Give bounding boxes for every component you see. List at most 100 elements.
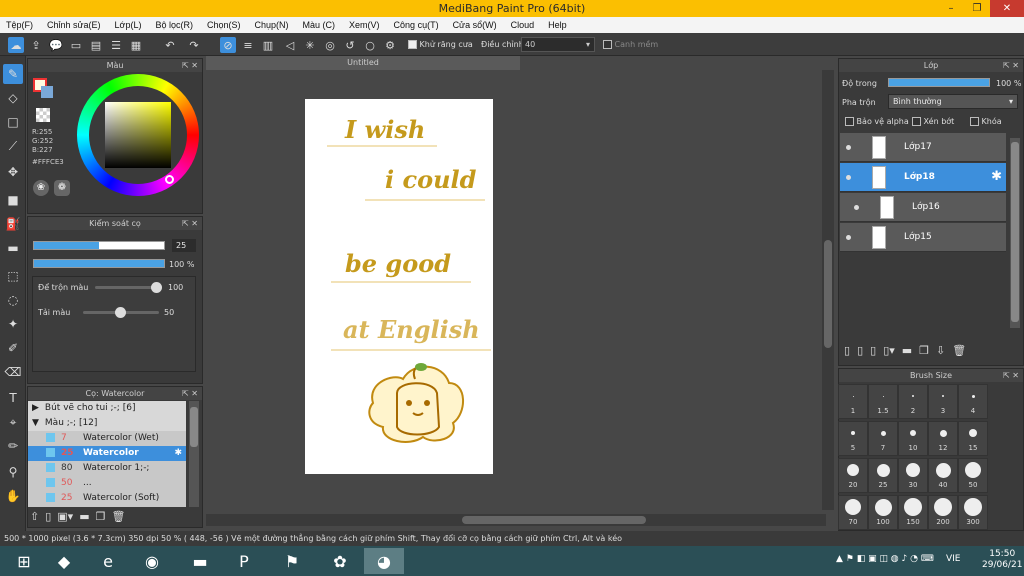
delete-layer-icon[interactable]: 🗑 (952, 344, 966, 360)
list-icon[interactable]: ☰ (108, 37, 124, 53)
brush-size-option[interactable]: 3 (928, 384, 958, 419)
menu-view[interactable]: Xem(V) (349, 20, 380, 30)
gradient-tool-icon[interactable]: ▬ (3, 238, 23, 258)
canvas-area[interactable] (206, 56, 836, 530)
windows-start-icon[interactable]: ⊞ (4, 548, 44, 574)
chat-icon[interactable]: ▭ (68, 37, 84, 53)
layer-row-selected[interactable]: Lớp18 ✱ (840, 163, 1006, 192)
folder-icon[interactable]: ▬ (902, 344, 912, 360)
fill-rect-tool-icon[interactable]: ■ (3, 190, 23, 210)
brush-size-option[interactable]: 4 (958, 384, 988, 419)
brush-group[interactable]: ▶ Bút vẽ cho tui ;-; [6] (28, 401, 186, 416)
eraser-tool-icon[interactable]: ◇ (3, 88, 23, 108)
blend-knob[interactable] (151, 282, 162, 293)
clock[interactable]: 15:50 29/06/21 (982, 549, 1022, 571)
maximize-button[interactable]: ❐ (964, 0, 990, 17)
add-brush-icon[interactable]: ⇧ (30, 510, 39, 526)
transparent-color-swatch[interactable] (36, 108, 50, 122)
minimize-button[interactable]: – (938, 0, 964, 17)
text-tool-icon[interactable]: T (3, 388, 23, 408)
settings-gear-icon[interactable]: ⚙ (382, 37, 398, 53)
brush-item[interactable]: 25 Watercolor (Soft) (28, 491, 186, 506)
file-explorer-icon[interactable]: ▬ (180, 548, 220, 574)
horizontal-scroll-thumb[interactable] (462, 516, 646, 524)
brush-list-scrollbar[interactable] (189, 401, 199, 507)
eye-icon[interactable] (846, 145, 851, 150)
panel-close-icon[interactable]: ⇱ ✕ (182, 387, 198, 400)
brush-size-option[interactable]: 5 (838, 421, 868, 456)
bluestacks-icon[interactable]: ◆ (44, 548, 84, 574)
new-layer-8bit-icon[interactable]: ▯ (857, 344, 863, 360)
menu-window[interactable]: Cửa sổ(W) (453, 20, 497, 30)
parallel-snap-icon[interactable]: ≡ (240, 37, 256, 53)
layer-row[interactable]: Lớp16 (840, 193, 1006, 222)
lock-checkbox[interactable] (970, 117, 979, 126)
internet-explorer-icon[interactable]: e (88, 548, 128, 574)
select-eraser-icon[interactable]: ⌫ (3, 362, 23, 382)
brush-item[interactable]: 80 Watercolor 1;-; (28, 461, 186, 476)
menu-layer[interactable]: Lớp(L) (115, 20, 142, 30)
merge-layer-icon[interactable]: ⇩ (936, 344, 945, 360)
brush-size-option[interactable]: 25 (868, 458, 898, 493)
brush-size-option[interactable]: 20 (838, 458, 868, 493)
brush-size-option[interactable]: 70 (838, 495, 868, 530)
comment-icon[interactable]: 💬 (48, 37, 64, 53)
panel-close-icon[interactable]: ⇱ ✕ (182, 217, 198, 230)
layer-opacity-slider[interactable] (888, 78, 990, 87)
panel-close-icon[interactable]: ⇱ ✕ (182, 59, 198, 72)
circle-snap-icon[interactable]: ◎ (322, 37, 338, 53)
menu-edit[interactable]: Chỉnh sửa(E) (47, 20, 101, 30)
panel-close-icon[interactable]: ⇱ ✕ (1003, 369, 1019, 382)
gear-icon[interactable]: ✱ (174, 446, 182, 461)
lasso-tool-icon[interactable]: ◌ (3, 290, 23, 310)
brush-size-option[interactable]: 2 (898, 384, 928, 419)
medibang-icon[interactable]: ◕ (364, 548, 404, 574)
folder-icon[interactable]: ▬ (79, 510, 89, 526)
gear-icon[interactable]: ✱ (991, 169, 1002, 184)
panel-close-icon[interactable]: ⇱ ✕ (1003, 59, 1019, 72)
eye-icon[interactable] (846, 175, 851, 180)
brush-size-option[interactable]: 150 (898, 495, 928, 530)
new-layer-icon[interactable]: ▯ (844, 344, 850, 360)
clip-checkbox[interactable] (912, 117, 921, 126)
radial-snap-icon[interactable]: ✳ (302, 37, 318, 53)
menu-help[interactable]: Help (548, 20, 567, 30)
powerpoint-icon[interactable]: P (224, 548, 264, 574)
vanishing-point-icon[interactable]: ◁ (282, 37, 298, 53)
brush-size-option[interactable]: 7 (868, 421, 898, 456)
eye-icon[interactable] (854, 205, 859, 210)
background-color-swatch[interactable] (41, 86, 53, 98)
select-pen-icon[interactable]: ✐ (3, 338, 23, 358)
brush-size-option[interactable]: 1.5 (868, 384, 898, 419)
brush-opacity-slider[interactable] (33, 259, 165, 268)
menu-cloud[interactable]: Cloud (511, 20, 535, 30)
drawing-page[interactable]: I wish i could be good at English (305, 99, 493, 474)
duplicate-layer-icon[interactable]: ❐ (919, 344, 929, 360)
app-icon[interactable]: ⚑ (272, 548, 312, 574)
new-brush-icon[interactable]: ▯ (45, 510, 51, 526)
move-tool-icon[interactable]: ✥ (3, 162, 23, 182)
bucket-tool-icon[interactable]: ⛽ (3, 214, 23, 234)
brush-size-option[interactable]: 200 (928, 495, 958, 530)
layer-row[interactable]: Lớp15 (840, 223, 1006, 252)
tray-icons[interactable]: ▲ ⚑ ◧ ▣ ◫ ◍ ♪ ◔ ⌨ (836, 554, 934, 564)
brush-size-option[interactable]: 10 (898, 421, 928, 456)
snap-checkbox[interactable] (603, 40, 612, 49)
palette-icon[interactable]: ❀ (33, 180, 49, 196)
brush-size-option[interactable]: 50 (958, 458, 988, 493)
ellipse-snap-icon[interactable]: ○ (362, 37, 378, 53)
menu-select[interactable]: Chọn(S) (207, 20, 241, 30)
duplicate-icon[interactable]: ❐ (96, 510, 106, 526)
brush-size-option[interactable]: 1 (838, 384, 868, 419)
adjust-dropdown[interactable]: 40 ▾ (521, 37, 595, 52)
layer-blend-dropdown[interactable]: Bình thường ▾ (888, 94, 1018, 109)
line-tool-icon[interactable]: ⟋ (3, 136, 23, 156)
magic-wand-icon[interactable]: ✦ (3, 314, 23, 334)
divide-tool-icon[interactable]: ✏ (3, 436, 23, 456)
brush-item[interactable]: 50... (28, 476, 186, 491)
menu-tools[interactable]: Công cụ(T) (394, 20, 439, 30)
layer-row[interactable]: Lớp17 (840, 133, 1006, 162)
grid-icon[interactable]: ▦ (128, 37, 144, 53)
brush-size-option[interactable]: 100 (868, 495, 898, 530)
brush-size-option[interactable]: 15 (958, 421, 988, 456)
